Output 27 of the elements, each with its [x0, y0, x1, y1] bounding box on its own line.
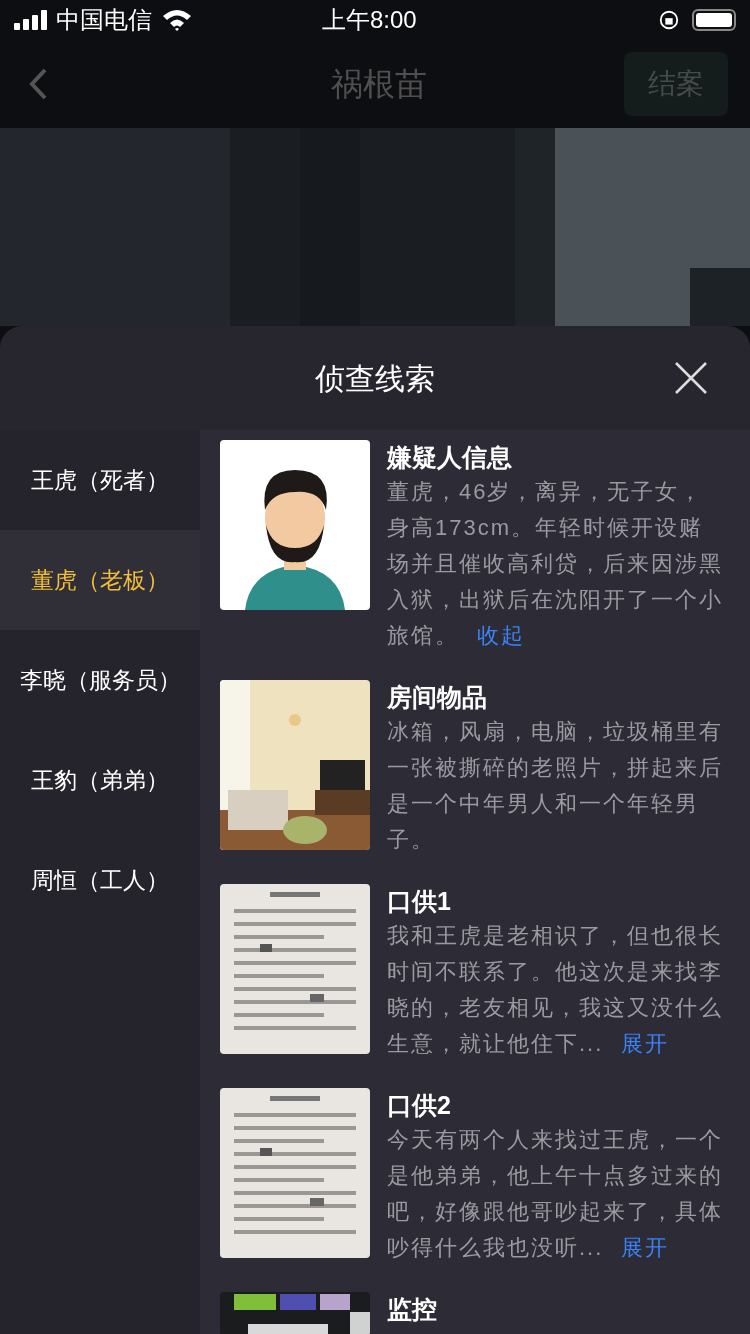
clue-description: 董虎，46岁，离异，无子女，身高173cm。年轻时候开设赌场并且催收高利贷，后来因涉黑入狱，出狱后在沈阳开了一个小旅馆。 收起 — [387, 478, 724, 650]
clue-description: 冰箱，风扇，电脑，垃圾桶里有一张被撕碎的老照片，拼起来后是一个中年男人和一个年轻男子。 — [387, 718, 724, 854]
battery-icon — [692, 9, 736, 31]
clue-title: 房间物品 — [387, 682, 488, 713]
clock-time: 上午8:00 — [322, 5, 417, 35]
wifi-icon — [162, 9, 192, 31]
clue-description: 我和王虎是老相识了，但也很长时间不联系了。他这次是来找李晓的，老友相见，我这又没什么生意，就让他住下... 展开 — [387, 922, 724, 1058]
rotation-lock-icon — [658, 9, 680, 31]
clue-title: 口供2 — [387, 1090, 452, 1121]
clue-title: 嫌疑人信息 — [387, 442, 513, 473]
clue-title: 口供1 — [387, 886, 452, 917]
page-title: 祸根苗 — [331, 65, 427, 104]
toggle-link[interactable]: 展开 — [621, 1031, 670, 1056]
suspect-tab[interactable]: 董虎（老板） — [0, 530, 200, 630]
clue-description: 今天有两个人来找过王虎，一个是他弟弟，他上午十点多过来的吧，好像跟他哥吵起来了，具体吵得什么我也没听... 展开 — [387, 1126, 724, 1262]
suspect-tab[interactable]: 李晓（服务员） — [0, 630, 200, 730]
suspect-tab[interactable]: 王虎（死者） — [0, 430, 200, 530]
toggle-link[interactable]: 收起 — [477, 623, 525, 648]
signal-icon — [14, 10, 48, 30]
back-icon[interactable] — [28, 68, 48, 100]
sheet-title: 侦查线索 — [315, 360, 435, 397]
suspect-tab[interactable]: 王豹（弟弟） — [0, 730, 200, 830]
suspect-tab[interactable]: 周恒（工人） — [0, 830, 200, 930]
clue-title: 监控 — [387, 1294, 438, 1325]
carrier-name: 中国电信 — [56, 5, 152, 35]
toggle-link[interactable]: 展开 — [621, 1235, 670, 1260]
close-icon[interactable] — [674, 361, 708, 395]
